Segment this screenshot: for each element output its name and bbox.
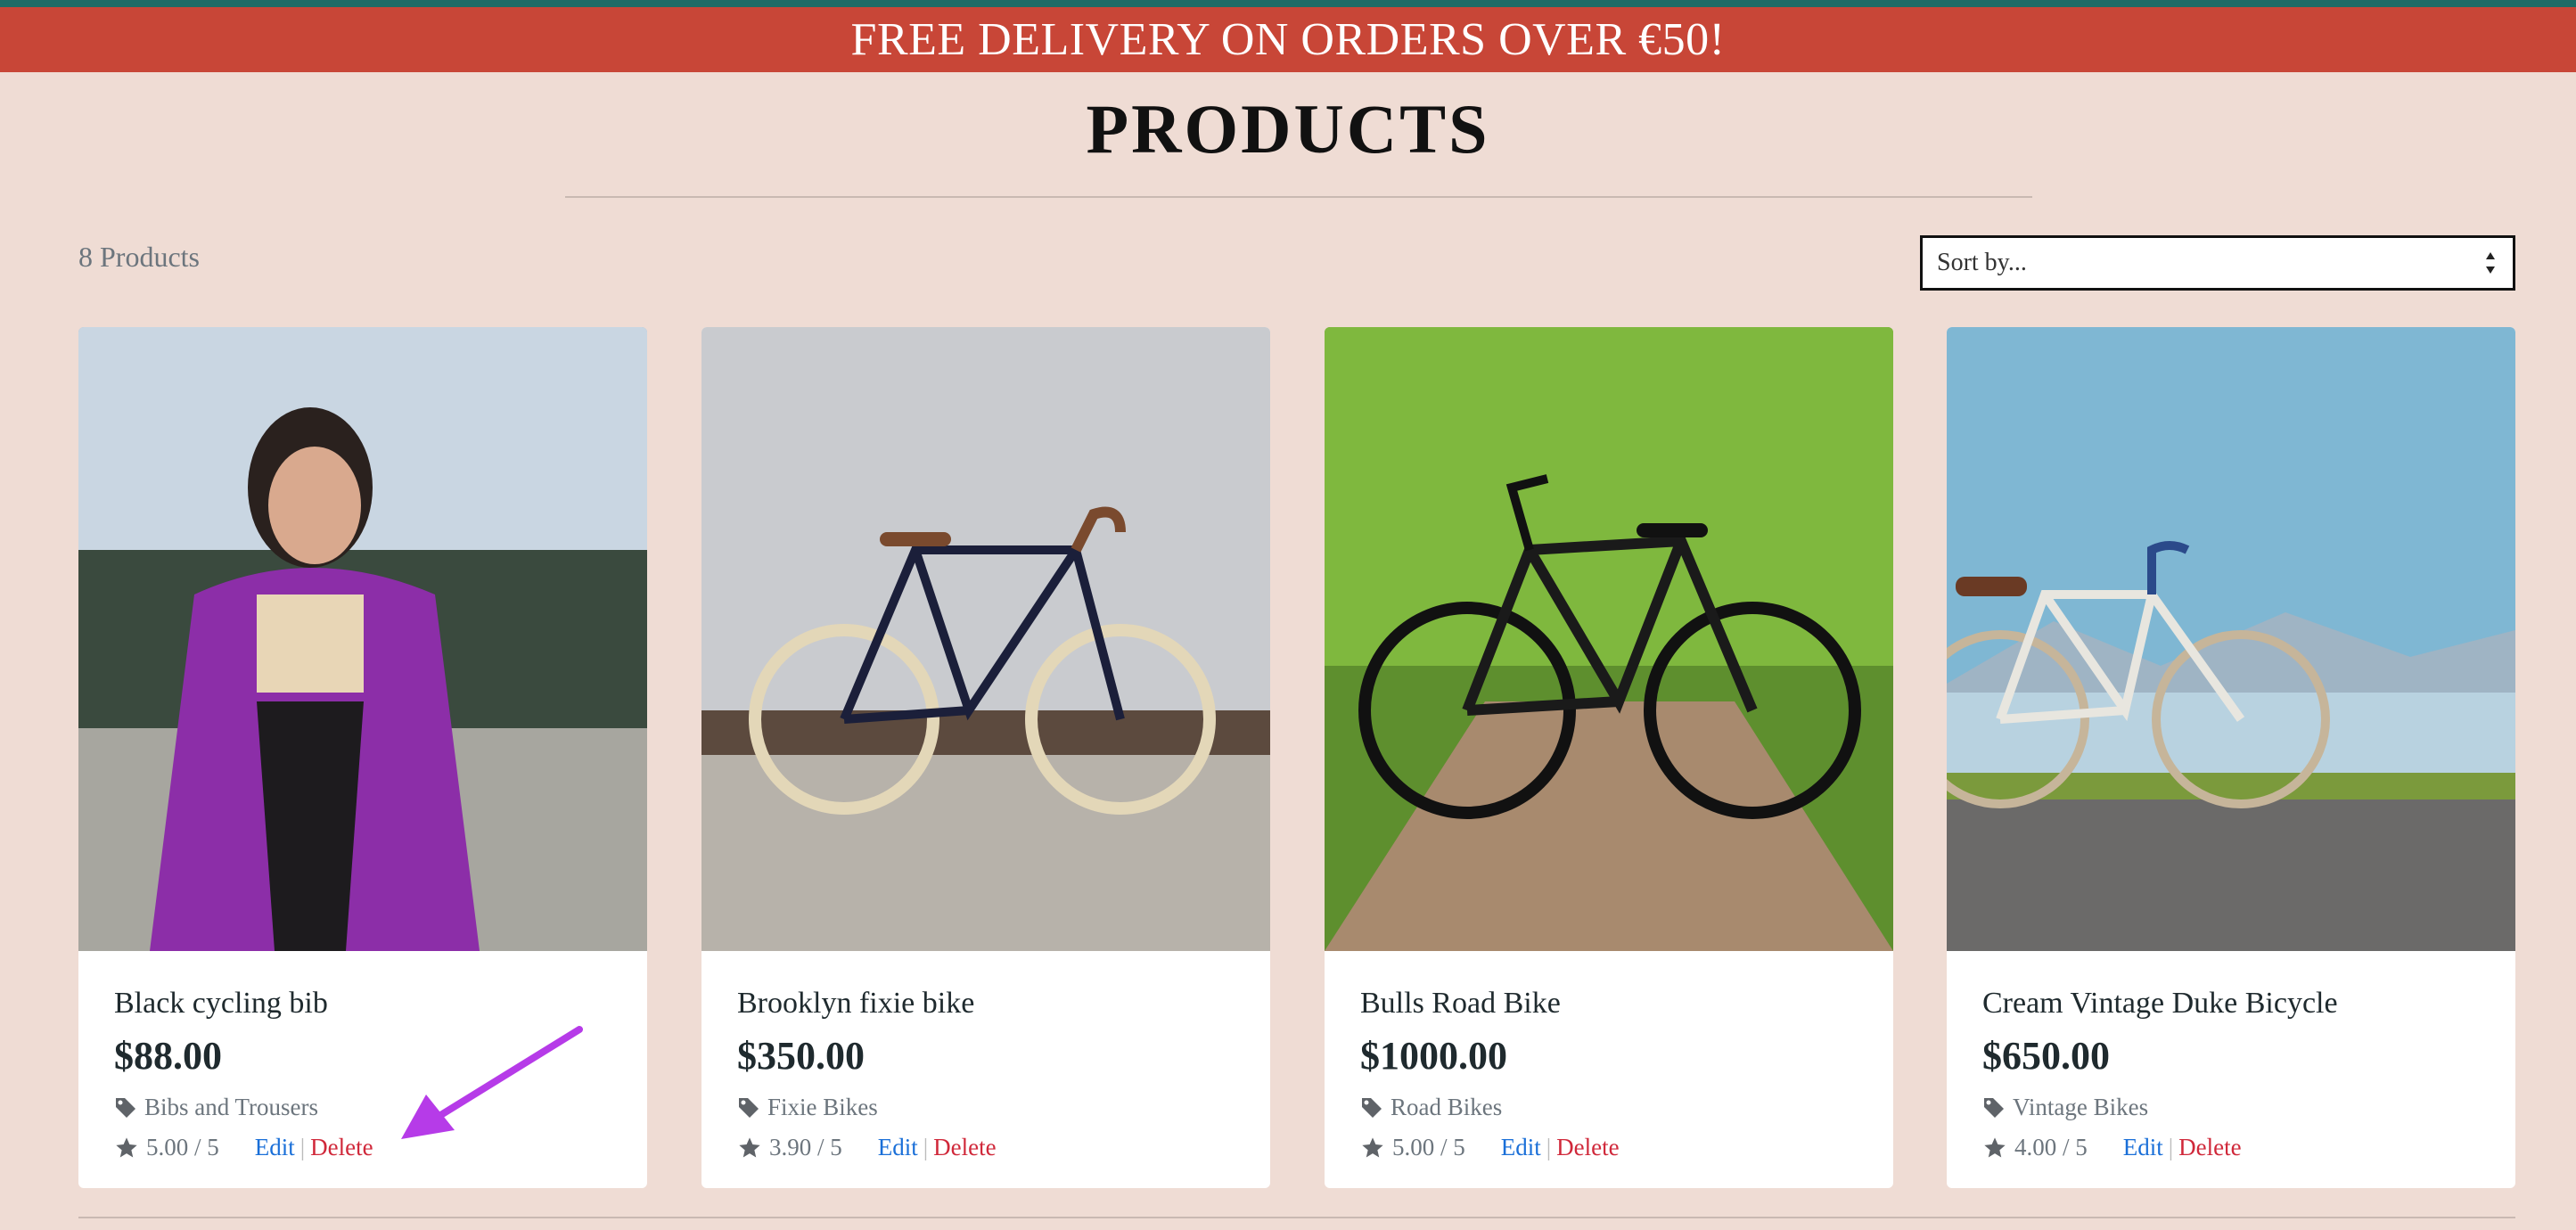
product-card[interactable]: Cream Vintage Duke Bicycle $650.00 Vinta… bbox=[1947, 327, 2515, 1188]
product-category[interactable]: Bibs and Trousers bbox=[114, 1094, 318, 1121]
top-accent-strip bbox=[0, 0, 2576, 7]
product-rating: 5.00 / 5 bbox=[146, 1134, 219, 1160]
product-name[interactable]: Brooklyn fixie bike bbox=[737, 987, 974, 1021]
tag-icon bbox=[1362, 1097, 1382, 1118]
product-price: $650.00 bbox=[1982, 1034, 2110, 1078]
product-meta-row: 5.00 / 5 Edit | Delete bbox=[1360, 1134, 1620, 1161]
tag-icon bbox=[739, 1097, 759, 1118]
product-image-vintage-bicycle[interactable] bbox=[1947, 327, 2515, 951]
link-separator: | bbox=[2168, 1134, 2174, 1160]
star-icon bbox=[116, 1136, 137, 1157]
product-meta-row: 3.90 / 5 Edit | Delete bbox=[737, 1134, 997, 1161]
product-rating: 3.90 / 5 bbox=[769, 1134, 842, 1160]
tag-icon bbox=[116, 1097, 135, 1118]
product-name[interactable]: Cream Vintage Duke Bicycle bbox=[1982, 987, 2338, 1021]
star-icon bbox=[1362, 1136, 1383, 1157]
sort-select[interactable]: Sort by... bbox=[1920, 235, 2515, 291]
promo-banner: FREE DELIVERY ON ORDERS OVER €50! bbox=[0, 7, 2576, 72]
product-category[interactable]: Road Bikes bbox=[1360, 1094, 1502, 1121]
product-card-body: Bulls Road Bike $1000.00 Road Bikes 5.00… bbox=[1325, 951, 1893, 1188]
delete-link[interactable]: Delete bbox=[310, 1134, 373, 1161]
product-card[interactable]: Bulls Road Bike $1000.00 Road Bikes 5.00… bbox=[1325, 327, 1893, 1188]
product-image-road-bike[interactable] bbox=[1325, 327, 1893, 951]
delete-link[interactable]: Delete bbox=[2178, 1134, 2241, 1161]
product-price: $1000.00 bbox=[1360, 1034, 1507, 1078]
star-icon bbox=[1984, 1136, 2006, 1157]
tag-icon bbox=[1984, 1097, 2004, 1118]
product-category-label: Bibs and Trousers bbox=[144, 1094, 319, 1120]
edit-link[interactable]: Edit bbox=[1501, 1134, 1541, 1161]
product-price: $88.00 bbox=[114, 1034, 222, 1078]
delete-link[interactable]: Delete bbox=[1556, 1134, 1619, 1161]
product-category[interactable]: Vintage Bikes bbox=[1982, 1094, 2148, 1121]
product-rating: 5.00 / 5 bbox=[1392, 1134, 1465, 1160]
product-name[interactable]: Black cycling bib bbox=[114, 987, 328, 1021]
bottom-divider bbox=[78, 1217, 2515, 1218]
edit-link[interactable]: Edit bbox=[878, 1134, 918, 1161]
product-category[interactable]: Fixie Bikes bbox=[737, 1094, 878, 1121]
product-category-label: Vintage Bikes bbox=[2013, 1094, 2149, 1120]
delete-link[interactable]: Delete bbox=[933, 1134, 996, 1161]
product-image-fixie-bike[interactable] bbox=[701, 327, 1270, 951]
link-separator: | bbox=[1546, 1134, 1552, 1160]
product-card-body: Brooklyn fixie bike $350.00 Fixie Bikes … bbox=[701, 951, 1270, 1188]
sort-arrows-icon bbox=[2486, 252, 2495, 274]
product-image-cyclist[interactable] bbox=[78, 327, 647, 951]
annotation-arrow bbox=[401, 1026, 583, 1139]
product-meta-row: 4.00 / 5 Edit | Delete bbox=[1982, 1134, 2242, 1161]
product-card[interactable]: Brooklyn fixie bike $350.00 Fixie Bikes … bbox=[701, 327, 1270, 1188]
title-divider bbox=[565, 196, 2032, 198]
product-count: 8 Products bbox=[78, 241, 200, 273]
product-name[interactable]: Bulls Road Bike bbox=[1360, 987, 1561, 1021]
product-meta-row: 5.00 / 5 Edit | Delete bbox=[114, 1134, 373, 1161]
edit-link[interactable]: Edit bbox=[2123, 1134, 2163, 1161]
product-price: $350.00 bbox=[737, 1034, 865, 1078]
star-icon bbox=[739, 1136, 760, 1157]
product-card-body: Cream Vintage Duke Bicycle $650.00 Vinta… bbox=[1947, 951, 2515, 1188]
product-category-label: Fixie Bikes bbox=[767, 1094, 878, 1120]
edit-link[interactable]: Edit bbox=[255, 1134, 295, 1161]
page-title: PRODUCTS bbox=[1086, 90, 1490, 168]
link-separator: | bbox=[923, 1134, 929, 1160]
promo-banner-text: FREE DELIVERY ON ORDERS OVER €50! bbox=[850, 14, 1726, 65]
product-rating: 4.00 / 5 bbox=[2014, 1134, 2088, 1160]
product-category-label: Road Bikes bbox=[1391, 1094, 1503, 1120]
sort-select-value: Sort by... bbox=[1937, 249, 2027, 276]
link-separator: | bbox=[299, 1134, 306, 1160]
